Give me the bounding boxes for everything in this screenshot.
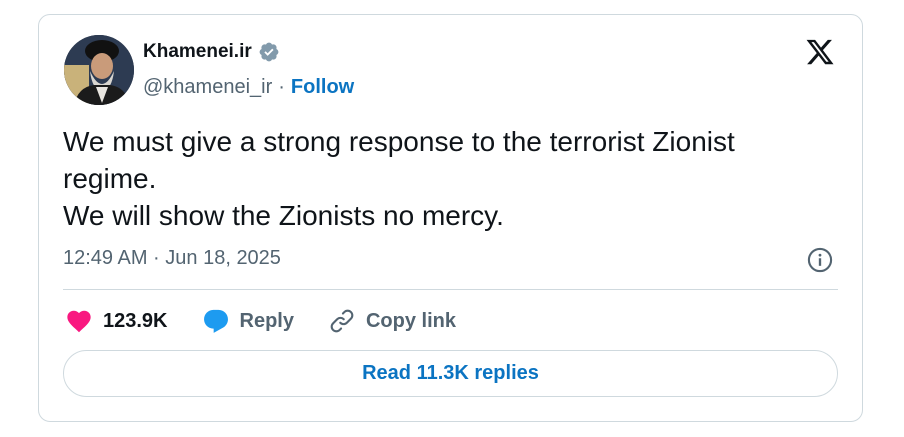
like-button[interactable]: 123.9K [65,307,168,335]
heart-icon [67,310,91,333]
like-count: 123.9K [103,309,168,332]
reply-button[interactable]: Reply [202,307,294,335]
info-icon[interactable] [806,246,834,274]
link-icon [330,309,354,333]
verified-badge-icon [259,42,279,62]
display-name[interactable]: Khamenei.ir [143,41,252,63]
avatar[interactable] [64,35,134,105]
chat-bubble-icon [203,309,228,333]
separator: · [278,76,285,98]
reply-label: Reply [239,309,294,332]
divider [63,289,838,290]
tweet-line: We must give a strong response to the te… [63,126,735,194]
read-replies-button[interactable]: Read 11.3K replies [63,350,838,397]
x-logo-icon[interactable] [804,37,836,67]
copy-link-label: Copy link [365,309,456,332]
tweet-text: We must give a strong response to the te… [63,123,833,234]
handle[interactable]: @khamenei_ir [143,76,272,99]
copy-link-button[interactable]: Copy link [328,307,456,335]
timestamp[interactable]: 12:49 AM · Jun 18, 2025 [63,247,281,270]
action-bar: 123.9K Reply Copy link [65,303,490,339]
follow-button[interactable]: Follow [291,76,354,99]
tweet-line: We will show the Zionists no mercy. [63,200,504,231]
tweet-card[interactable]: Khamenei.ir @khamenei_ir · Follow We mus… [38,14,863,422]
